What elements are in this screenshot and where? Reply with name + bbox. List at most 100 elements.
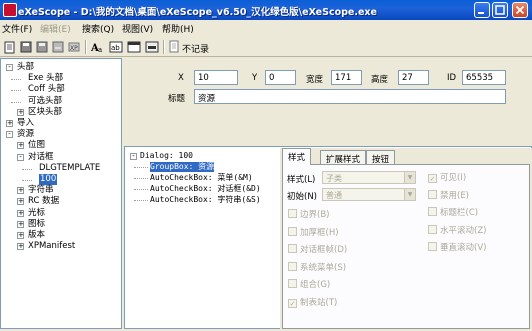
expand-icon[interactable]: + [17, 209, 24, 217]
tree-connector [22, 168, 32, 170]
tree-item[interactable]: RC 数据 [28, 196, 59, 207]
minimize-button[interactable] [474, 2, 490, 18]
style-checkbox[interactable]: 加厚框(H) [288, 226, 339, 238]
tree-item[interactable]: 图标 [28, 219, 45, 230]
resource-tree[interactable]: - 头部 Exe 头部 Coff 头部 可选头部 + 区块头部 + 导入 - 资源 + 位图 - 对话框 DL… [0, 58, 122, 329]
caption-field[interactable]: 资源 [194, 89, 506, 104]
tree-item[interactable]: 可选头部 [28, 96, 62, 107]
close-icon [515, 5, 525, 15]
tab-ext-style[interactable]: 扩展样式 [320, 150, 367, 165]
open-icon[interactable] [3, 40, 17, 54]
dialog-control-item[interactable]: AutoCheckBox: 菜单(&M) [150, 173, 253, 183]
style-checkbox[interactable]: 组合(G) [288, 278, 330, 290]
checkbox-icon [428, 224, 437, 234]
style-checkbox[interactable]: 边界(B) [288, 208, 329, 220]
collapse-icon[interactable]: - [130, 153, 137, 160]
dialog-control-item[interactable]: AutoCheckBox: 字符串(&S) [150, 195, 261, 205]
y-field[interactable]: 0 [265, 70, 296, 85]
dialog-control-item[interactable]: Dialog: 100 [140, 151, 193, 161]
tree-item[interactable]: XPManifest [28, 241, 75, 252]
tree-connector [22, 180, 32, 181]
expand-icon[interactable]: + [17, 198, 24, 206]
dialog-control-tree[interactable]: - Dialog: 100 GroupBox: 资源 AutoCheckBox: 菜单… [126, 148, 276, 327]
menu-view[interactable]: 视图(V) [122, 22, 153, 35]
expand-icon[interactable]: + [17, 108, 24, 116]
height-field[interactable]: 27 [398, 70, 429, 85]
minimize-icon [478, 12, 484, 14]
checkbox-icon [288, 226, 297, 236]
init-select[interactable]: 普通 ▼ [322, 188, 416, 201]
style-select[interactable]: 子类 ▼ [322, 171, 416, 184]
tree-item[interactable]: Coff 头部 [28, 84, 65, 95]
tab-style[interactable]: 样式 [282, 148, 312, 165]
style-select-value: 子类 [326, 174, 342, 183]
close-button[interactable] [512, 2, 528, 18]
collapse-icon[interactable]: - [6, 131, 13, 139]
form-icon[interactable] [145, 40, 159, 54]
tree-item[interactable]: 头部 [17, 62, 34, 73]
style-checkbox[interactable]: 禁用(E) [428, 189, 469, 201]
height-label: 高度 [371, 75, 389, 85]
style-checkbox[interactable]: 垂直滚动(V) [428, 241, 486, 253]
collapse-icon[interactable]: - [6, 64, 13, 71]
checkbox-label: 加厚框(H) [300, 227, 339, 238]
tab-button[interactable]: 按钮 [366, 150, 396, 165]
tree-item[interactable]: 对话框 [28, 152, 54, 163]
checkbox-icon [428, 242, 437, 251]
import-icon[interactable]: XP [67, 40, 81, 54]
expand-icon[interactable]: + [17, 232, 24, 239]
checkbox-checked-icon: ✓ [428, 174, 437, 183]
menu-help[interactable]: 帮助(H) [162, 22, 194, 35]
dialog-icon[interactable] [127, 40, 141, 54]
tree-item[interactable]: 100 [39, 174, 58, 185]
expand-icon[interactable]: + [17, 187, 24, 195]
id-field[interactable]: 65535 [462, 70, 506, 85]
checkbox-label: 标题栏(C) [440, 208, 479, 218]
menu-file[interactable]: 文件(F) [2, 22, 32, 35]
checkbox-label: 垂直滚动(V) [440, 243, 487, 253]
tree-item[interactable]: 字符串 [28, 185, 54, 196]
save-icon[interactable] [19, 40, 33, 54]
dialog-control-item[interactable]: GroupBox: 资源 [150, 162, 215, 172]
y-label: Y [252, 73, 258, 83]
nolog-icon[interactable] [167, 40, 181, 54]
text-icon[interactable]: ab [109, 40, 123, 54]
font-icon[interactable]: Aa [91, 40, 105, 54]
style-label: 样式(L) [287, 175, 316, 185]
tree-item[interactable]: 位图 [28, 140, 45, 151]
menu-search[interactable]: 搜索(Q) [82, 22, 114, 35]
tree-item[interactable]: 光标 [28, 208, 45, 219]
style-checkbox[interactable]: 水平滚动(Z) [428, 224, 486, 236]
checkbox-icon [288, 279, 297, 288]
export-icon[interactable] [51, 40, 65, 54]
maximize-button[interactable] [492, 2, 508, 18]
menu-edit[interactable]: 编辑(E) [40, 22, 71, 35]
expand-icon[interactable]: + [17, 220, 24, 228]
tree-item[interactable]: 导入 [17, 118, 34, 129]
save-as-icon[interactable] [35, 40, 49, 54]
checkbox-label: 对话框帧(D) [300, 245, 348, 255]
chevron-down-icon: ▼ [404, 189, 415, 200]
expand-icon[interactable]: + [17, 142, 24, 150]
tree-item[interactable]: 资源 [17, 129, 34, 140]
checkbox-icon [288, 209, 297, 218]
width-field[interactable]: 171 [331, 70, 362, 85]
style-checkbox[interactable]: ✓ 可见(I) [428, 171, 466, 183]
expand-icon[interactable]: + [6, 120, 13, 127]
window-title: eXeScope - D:\我的文档\桌面\eXeScope_v6.50_汉化绿… [18, 7, 377, 18]
x-field[interactable]: 10 [194, 70, 238, 85]
tree-item[interactable]: 版本 [28, 230, 45, 241]
tree-item[interactable]: DLGTEMPLATE [39, 163, 100, 174]
style-checkbox[interactable]: ✓ 制表站(T) [288, 296, 337, 308]
expand-icon[interactable]: + [17, 243, 24, 251]
menu-bar [0, 20, 532, 37]
nolog-label[interactable]: 不记录 [182, 42, 209, 55]
tree-item[interactable]: 区块头部 [28, 107, 62, 118]
checkbox-icon [288, 261, 297, 271]
tree-item[interactable]: Exe 头部 [28, 73, 63, 84]
dialog-control-item[interactable]: AutoCheckBox: 对话框(&D) [150, 184, 261, 194]
style-checkbox[interactable]: 标题栏(C) [428, 206, 478, 218]
style-checkbox[interactable]: 系统菜单(S) [288, 261, 346, 273]
style-checkbox[interactable]: 对话框帧(D) [288, 243, 347, 255]
collapse-icon[interactable]: - [17, 153, 24, 161]
